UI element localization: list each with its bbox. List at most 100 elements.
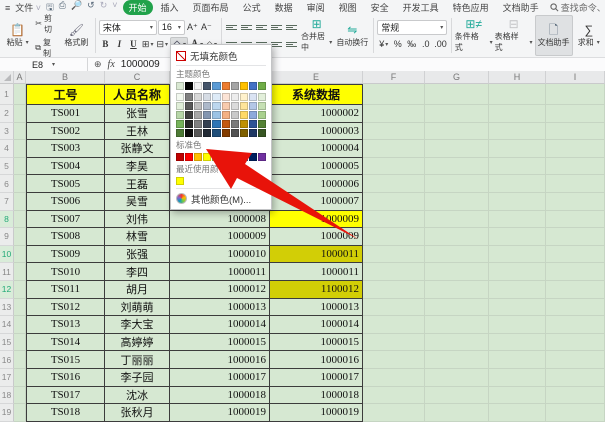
cell-C8[interactable]: 刘伟 (105, 210, 170, 229)
col-header-B[interactable]: B (26, 71, 105, 84)
row-header-8[interactable]: 8 (0, 210, 14, 229)
cell-G15[interactable] (425, 333, 489, 352)
cell-E5[interactable]: 1000005 (270, 157, 363, 176)
row-header-6[interactable]: 6 (0, 175, 14, 193)
cell-F1[interactable] (363, 84, 425, 105)
theme-color-swatch[interactable] (230, 93, 239, 101)
theme-color-swatch[interactable] (185, 120, 194, 128)
cell-A16[interactable] (14, 351, 26, 369)
cell-I14[interactable] (546, 316, 605, 334)
cell-H6[interactable] (489, 175, 546, 193)
cell-F16[interactable] (363, 351, 425, 369)
cell-I17[interactable] (546, 368, 605, 387)
cell-H17[interactable] (489, 368, 546, 387)
cell-G5[interactable] (425, 157, 489, 176)
cell-D17[interactable]: 1000017 (170, 368, 270, 387)
cell-A13[interactable] (14, 298, 26, 317)
theme-color-swatch[interactable] (194, 120, 203, 128)
theme-color-swatch[interactable] (185, 129, 194, 137)
cell-C9[interactable]: 林雪 (105, 228, 170, 246)
theme-color-swatch[interactable] (203, 93, 212, 101)
align-icon[interactable] (270, 20, 284, 35)
cell-G16[interactable] (425, 351, 489, 369)
align-icon[interactable] (255, 20, 269, 35)
thousand-separator-icon[interactable]: ‰ (405, 37, 418, 52)
cell-G3[interactable] (425, 122, 489, 141)
font-name-select[interactable]: 宋体 ▾ (98, 19, 157, 35)
standard-color-swatch[interactable] (176, 153, 185, 161)
cell-H3[interactable] (489, 122, 546, 141)
row-header-10[interactable]: 10 (0, 245, 14, 264)
tab-视图[interactable]: 视图 (333, 0, 363, 15)
cell-A3[interactable] (14, 122, 26, 141)
tab-特色应用[interactable]: 特色应用 (447, 0, 495, 15)
bold-button[interactable]: B (99, 37, 112, 52)
cell-F15[interactable] (363, 333, 425, 352)
row-header-2[interactable]: 2 (0, 105, 14, 123)
theme-color-swatch[interactable] (176, 93, 185, 101)
underline-button[interactable]: U (127, 37, 140, 52)
cell-I8[interactable] (546, 210, 605, 229)
cell-B6[interactable]: TS005 (26, 175, 105, 193)
theme-color-swatch[interactable] (212, 102, 221, 110)
align-icon[interactable] (270, 37, 284, 52)
cell-G7[interactable] (425, 192, 489, 211)
cell-F3[interactable] (363, 122, 425, 141)
theme-color-swatch[interactable] (194, 102, 203, 110)
cell-I6[interactable] (546, 175, 605, 193)
theme-color-swatch[interactable] (230, 111, 239, 119)
cell-B11[interactable]: TS010 (26, 263, 105, 281)
theme-color-swatch[interactable] (221, 82, 230, 90)
borders-button[interactable]: ⊞ ▾ (141, 37, 155, 52)
theme-color-swatch[interactable] (257, 82, 266, 90)
theme-color-swatch[interactable] (221, 120, 230, 128)
cell-A2[interactable] (14, 105, 26, 123)
tab-审阅[interactable]: 审阅 (301, 0, 331, 15)
cell-A8[interactable] (14, 210, 26, 229)
theme-color-swatch[interactable] (248, 120, 257, 128)
row-header-1[interactable]: 1 (0, 84, 14, 105)
theme-color-swatch[interactable] (221, 129, 230, 137)
cell-B2[interactable]: TS001 (26, 105, 105, 123)
cell-F4[interactable] (363, 140, 425, 158)
cell-C12[interactable]: 胡月 (105, 280, 170, 299)
cell-D13[interactable]: 1000013 (170, 298, 270, 317)
theme-color-swatch[interactable] (185, 93, 194, 101)
row-header-18[interactable]: 18 (0, 386, 14, 405)
cell-B15[interactable]: TS014 (26, 333, 105, 352)
cell-F12[interactable] (363, 280, 425, 299)
cell-D19[interactable]: 1000019 (170, 404, 270, 422)
tab-插入[interactable]: 插入 (155, 0, 185, 15)
cell-A17[interactable] (14, 368, 26, 387)
theme-color-swatch[interactable] (230, 129, 239, 137)
theme-color-swatch[interactable] (176, 82, 185, 90)
col-header-F[interactable]: F (363, 71, 425, 84)
cell-H4[interactable] (489, 140, 546, 158)
theme-color-swatch[interactable] (203, 120, 212, 128)
theme-color-swatch[interactable] (248, 111, 257, 119)
theme-color-swatch[interactable] (239, 129, 248, 137)
cell-H12[interactable] (489, 280, 546, 299)
row-header-14[interactable]: 14 (0, 316, 14, 334)
cell-D10[interactable]: 1000010 (170, 245, 270, 264)
theme-color-swatch[interactable] (212, 93, 221, 101)
cell-E3[interactable]: 1000003 (270, 122, 363, 141)
cell-D15[interactable]: 1000015 (170, 333, 270, 352)
cell-C13[interactable]: 刘萌萌 (105, 298, 170, 317)
cell-E10[interactable]: 1000011 (270, 245, 363, 264)
standard-color-swatch[interactable] (239, 153, 248, 161)
print-preview-icon[interactable]: 🔎 (71, 0, 82, 16)
cell-I15[interactable] (546, 333, 605, 352)
theme-color-swatch[interactable] (194, 129, 203, 137)
cut-button[interactable]: ✂ 剪切 (35, 13, 58, 35)
cell-F7[interactable] (363, 192, 425, 211)
tab-开发工具[interactable]: 开发工具 (397, 0, 445, 15)
cell-A15[interactable] (14, 333, 26, 352)
cell-G8[interactable] (425, 210, 489, 229)
cell-I10[interactable] (546, 245, 605, 264)
cell-E1[interactable]: 系统数据 (270, 84, 363, 105)
theme-color-swatch[interactable] (212, 111, 221, 119)
theme-color-swatch[interactable] (230, 102, 239, 110)
cell-C6[interactable]: 王磊 (105, 175, 170, 193)
cell-H8[interactable] (489, 210, 546, 229)
